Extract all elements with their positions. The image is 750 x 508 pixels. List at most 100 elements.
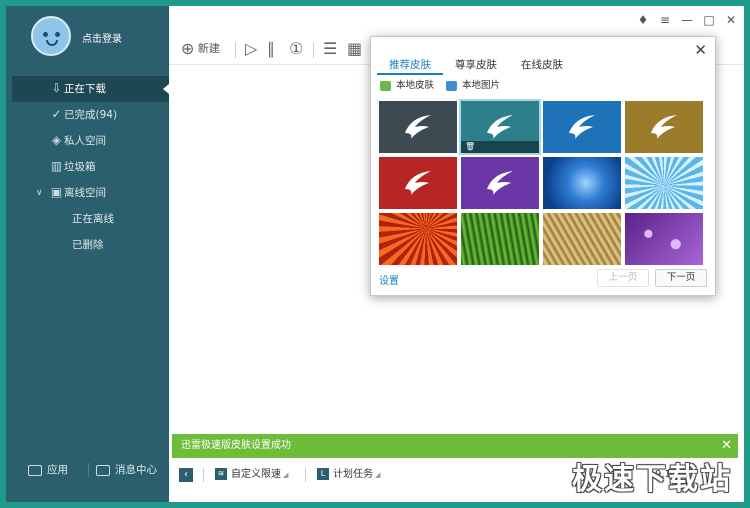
tab-premium-skins[interactable]: 尊享皮肤 [443,57,509,75]
tab-recommended-skins[interactable]: 推荐皮肤 [377,57,443,75]
sidebar-item-downloading[interactable]: ⇩ 正在下载 [12,76,169,102]
sidebar-item-label: 离线空间 [64,187,106,199]
new-task-label: 新建 [197,42,220,55]
skin-shirt-icon[interactable]: ♦ [636,12,650,28]
sidebar-item-offline-active[interactable]: 正在离线 [12,206,169,232]
skin-tile-orange-flower[interactable] [379,213,457,265]
schedule-icon: L [317,468,329,480]
notice-text: 迅雷极速版皮肤设置成功 [181,440,291,451]
sidebar-item-label: 已完成(94) [64,109,118,121]
status-divider [203,468,204,482]
tab-online-skins[interactable]: 在线皮肤 [509,57,575,75]
cloud-folder-icon: ▣ [50,185,63,199]
avatar-eye-icon [43,32,48,37]
skin-tile-blue-flower[interactable] [543,157,621,209]
maximize-icon[interactable]: □ [702,12,716,28]
speed-limit-button[interactable]: ≋ 自定义限速 ◢ [215,466,288,484]
skin-tile-blue[interactable] [543,101,621,153]
close-icon[interactable]: ✕ [724,12,738,28]
schedule-label: 计划任务 [333,469,373,480]
delete-skin-icon[interactable]: 🗑 [461,141,539,153]
dropdown-icon: ◢ [283,471,289,479]
prev-page-button[interactable]: 上一页 [597,269,649,287]
new-file-icon: ⊕ [181,39,195,58]
sidebar-item-label: 已删除 [72,239,104,251]
grid-view-button[interactable]: ▦ [347,36,362,62]
footer-divider [88,463,89,477]
pause-button[interactable]: ∥ [267,36,275,62]
list-view-button[interactable]: ☰ [323,36,337,62]
schedule-button[interactable]: L 计划任务 ◢ [317,466,380,484]
local-image-label: 本地图片 [462,80,501,91]
start-button[interactable]: ▷ [245,36,257,62]
thunder-bird-icon [651,115,677,139]
message-center-button[interactable]: 消息中心 [96,460,157,480]
watermark-logo: 极速下载站 [572,462,732,497]
list-icon: ☰ [323,39,338,58]
sidebar-item-label: 正在离线 [72,213,114,225]
skin-tile-purple[interactable] [461,157,539,209]
login-link[interactable]: 点击登录 [82,30,122,45]
apps-icon [28,464,42,476]
message-center-label: 消息中心 [115,464,157,476]
pause-icon: ∥ [267,39,275,58]
skin-settings-link[interactable]: 设置 [379,272,399,287]
minimize-icon[interactable]: — [680,12,694,28]
thunder-bird-icon [405,171,431,195]
local-image-button[interactable]: 本地图片 [446,79,500,93]
skin-tile-golden-grass[interactable] [543,213,621,265]
dropdown-icon: ◢ [375,471,381,479]
status-divider [305,468,306,482]
thunder-bird-icon [487,171,513,195]
apps-label: 应用 [47,464,68,476]
user-lock-icon: ◈ [51,133,62,147]
avatar[interactable] [31,16,71,56]
sidebar-item-label: 正在下载 [64,83,106,95]
collapse-icon[interactable]: ‹ [179,468,193,482]
speed-limit-icon: ≋ [215,468,227,480]
download-icon: ⇩ [51,81,62,95]
grid-icon: ▦ [347,39,363,58]
sidebar-item-offline-space[interactable]: ∨ ▣ 离线空间 [12,180,169,206]
toolbar-divider [313,42,314,58]
shirt-icon [380,80,391,91]
speed-icon: ① [289,39,304,58]
next-page-button[interactable]: 下一页 [655,269,707,287]
thunder-bird-icon [487,115,513,139]
sidebar-footer: 应用 消息中心 [6,460,169,480]
sidebar-item-completed[interactable]: ✓ 已完成(94) [12,102,169,128]
sidebar-item-private-space[interactable]: ◈ 私人空间 [12,128,169,154]
chevron-down-icon[interactable]: ∨ [36,180,43,206]
close-icon[interactable]: ✕ [694,41,707,59]
thunder-bird-icon [569,115,595,139]
sidebar-item-label: 私人空间 [64,135,106,147]
message-icon [96,464,110,476]
window-controls: ♦ ≡ — □ ✕ [636,12,738,28]
skin-tile-green-grass[interactable] [461,213,539,265]
sidebar-item-trash[interactable]: ▥ 垃圾箱 [12,154,169,180]
skin-dialog: 推荐皮肤 尊享皮肤 在线皮肤 ✕ 本地皮肤 本地图片 🗑 设置 上一页 下一页 [370,36,716,296]
apps-button[interactable]: 应用 [28,460,68,480]
sidebar: 点击登录 ⇩ 正在下载 ✓ 已完成(94) ◈ 私人空间 ▥ 垃圾箱 ∨ ▣ 离… [6,6,169,502]
skin-tile-dark-slate[interactable] [379,101,457,153]
thunder-bird-icon [405,115,431,139]
local-skin-button[interactable]: 本地皮肤 [380,79,434,93]
image-icon [446,80,457,91]
skin-tile-red[interactable] [379,157,457,209]
skin-tile-olive[interactable] [625,101,703,153]
check-circle-icon: ✓ [51,107,62,121]
menu-icon[interactable]: ≡ [658,12,672,28]
local-skin-label: 本地皮肤 [396,80,435,91]
sidebar-item-label: 垃圾箱 [64,161,96,173]
avatar-eye-icon [55,32,60,37]
app-window: 点击登录 ⇩ 正在下载 ✓ 已完成(94) ◈ 私人空间 ▥ 垃圾箱 ∨ ▣ 离… [6,6,744,502]
skin-tile-purple-drops[interactable] [625,213,703,265]
skin-tile-teal[interactable]: 🗑 [459,99,541,155]
speed-limit-label: 自定义限速 [231,469,281,480]
speed-mode-button[interactable]: ① [289,36,303,62]
toolbar-divider [235,42,236,58]
sidebar-item-deleted[interactable]: 已删除 [12,232,169,258]
trash-icon: ▥ [50,159,63,173]
new-task-button[interactable]: ⊕ 新建 [181,36,220,62]
skin-tile-cyan-flower[interactable] [625,157,703,209]
